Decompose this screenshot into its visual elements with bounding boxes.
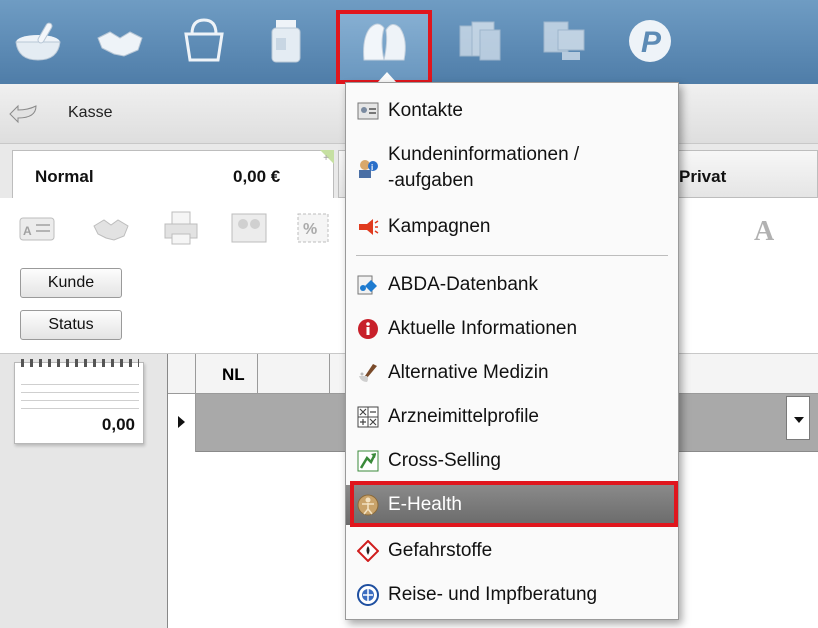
e-health-highlight: [350, 481, 678, 527]
menu-item-aktuelle-informationen[interactable]: Aktuelle Informationen: [346, 307, 678, 351]
travel-vaccine-icon: [356, 583, 380, 607]
menu-item-arzneimittelprofile[interactable]: Arzneimittelprofile: [346, 395, 678, 439]
svg-text:A: A: [23, 224, 32, 238]
column-header-nl[interactable]: NL: [196, 354, 258, 394]
svg-text:A: A: [754, 216, 775, 247]
menu-item-label: Cross-Selling: [388, 450, 501, 471]
contacts-dropdown-menu: Kontakte i Kundeninformationen / -aufgabe…: [345, 82, 679, 620]
menu-item-label-line2: -aufgaben: [388, 170, 474, 191]
tab-normal-label: Normal: [35, 167, 94, 186]
chevron-down-icon: [794, 417, 804, 423]
menu-item-label: Kampagnen: [388, 216, 491, 237]
customer-info-icon: i: [356, 156, 380, 180]
notepad-lines: [21, 377, 139, 413]
menu-caret: [378, 72, 396, 82]
main-toolbar: P: [0, 0, 818, 84]
customer-card-icon[interactable]: A: [18, 210, 56, 246]
menu-item-label: Alternative Medizin: [388, 362, 549, 383]
row-dropdown[interactable]: [786, 396, 810, 440]
status-button[interactable]: Status: [20, 310, 122, 340]
printer-icon[interactable]: [162, 210, 200, 246]
left-pane: 0,00: [0, 354, 167, 628]
menu-item-label-line1: Kundeninformationen /: [388, 144, 580, 165]
megaphone-icon: [356, 215, 380, 239]
handshake-small-icon[interactable]: [92, 210, 130, 246]
menu-item-kampagnen[interactable]: Kampagnen: [346, 205, 678, 249]
column-header-2[interactable]: [258, 354, 330, 394]
discount-icon[interactable]: %: [294, 210, 332, 246]
menu-separator: [356, 255, 668, 256]
cross-selling-icon: [356, 449, 380, 473]
handshake-icon[interactable]: [92, 14, 148, 68]
notepad-widget[interactable]: 0,00: [14, 359, 144, 444]
p-logo-icon[interactable]: P: [622, 14, 678, 68]
contact-card-icon: [356, 99, 380, 123]
medicine-jar-icon[interactable]: [258, 14, 314, 68]
hazard-icon: [356, 539, 380, 563]
row-pointer-icon: [178, 416, 185, 428]
tab-privat-label: Privat: [679, 167, 727, 186]
workstation-icon[interactable]: [536, 14, 592, 68]
grid-row-header-corner: [168, 354, 196, 394]
menu-item-kontakte[interactable]: Kontakte: [346, 89, 678, 133]
menu-item-label: Kontakte: [388, 100, 463, 121]
menu-item-abda-datenbank[interactable]: ABDA-Datenbank: [346, 263, 678, 307]
menu-item-kundeninformationen[interactable]: i Kundeninformationen / -aufgaben: [346, 137, 678, 199]
documents-icon[interactable]: [452, 14, 508, 68]
kunde-button[interactable]: Kunde: [20, 268, 122, 298]
menu-item-label: Aktuelle Informationen: [388, 318, 578, 339]
profile-grid-icon: [356, 405, 380, 429]
svg-text:P: P: [641, 26, 662, 59]
database-icon: [356, 273, 380, 297]
people-icon[interactable]: [356, 14, 412, 68]
svg-text:%: %: [303, 221, 317, 238]
menu-item-label: ABDA-Datenbank: [388, 274, 538, 295]
breadcrumb-label[interactable]: Kasse: [68, 104, 112, 122]
menu-item-cross-selling[interactable]: Cross-Selling: [346, 439, 678, 483]
svg-text:i: i: [371, 163, 373, 172]
menu-item-label: Gefahrstoffe: [388, 540, 493, 561]
menu-item-reise-impfberatung[interactable]: Reise- und Impfberatung: [346, 573, 678, 617]
menu-item-alternative-medizin[interactable]: Alternative Medizin: [346, 351, 678, 395]
contacts-small-icon[interactable]: [230, 210, 268, 246]
mortar-pestle-icon: [356, 361, 380, 385]
menu-item-label: Arzneimittelprofile: [388, 406, 539, 427]
basket-icon[interactable]: [176, 14, 232, 68]
tab-normal[interactable]: Normal 0,00 € +: [12, 150, 334, 202]
tab-normal-amount: 0,00 €: [233, 167, 281, 186]
menu-item-label: Reise- und Impfberatung: [388, 584, 598, 605]
back-arrow-icon[interactable]: [8, 102, 38, 124]
add-tab-icon[interactable]: +: [323, 153, 329, 164]
notepad-spiral: [21, 359, 139, 367]
menu-item-label: Kundeninformationen / -aufgaben: [388, 142, 579, 194]
notepad-amount: 0,00: [101, 415, 135, 434]
menu-item-gefahrstoffe[interactable]: Gefahrstoffe: [346, 529, 678, 573]
row-selector[interactable]: [168, 394, 196, 452]
info-icon: [356, 317, 380, 341]
mortar-icon[interactable]: [10, 14, 66, 68]
text-format-icon[interactable]: A: [748, 212, 788, 248]
